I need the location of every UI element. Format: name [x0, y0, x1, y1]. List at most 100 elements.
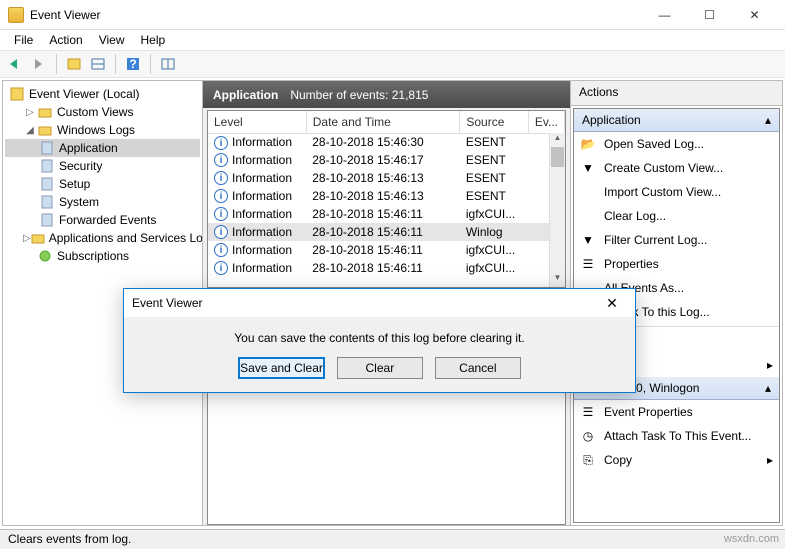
event-count: Number of events: 21,815 [290, 88, 428, 102]
clear-button[interactable]: Clear [337, 357, 423, 379]
tree-root[interactable]: Event Viewer (Local) [5, 85, 200, 103]
tree-application[interactable]: Application [5, 139, 200, 157]
action-clear-log[interactable]: Clear Log... [574, 204, 779, 228]
action-group-label: Application [582, 113, 641, 127]
maximize-button[interactable]: ☐ [687, 1, 732, 29]
tree-label: Custom Views [57, 105, 133, 119]
folder-open-icon: 📂 [580, 136, 596, 152]
tree-root-label: Event Viewer (Local) [29, 87, 140, 101]
action-properties[interactable]: ☰ Properties [574, 252, 779, 276]
table-row[interactable]: iInformation28-10-2018 15:46:30ESENT [208, 133, 565, 151]
table-row[interactable]: iInformation28-10-2018 15:46:17ESENT [208, 151, 565, 169]
properties-icon: ☰ [580, 256, 596, 272]
confirm-dialog: Event Viewer ✕ You can save the contents… [123, 288, 636, 393]
save-and-clear-button[interactable]: Save and Clear [238, 357, 325, 379]
table-row[interactable]: iInformation28-10-2018 15:46:11igfxCUI..… [208, 241, 565, 259]
menu-view[interactable]: View [91, 31, 133, 49]
center-header: Application Number of events: 21,815 [203, 81, 570, 108]
action-copy[interactable]: ⎘Copy▸ [574, 448, 779, 472]
back-button[interactable] [4, 53, 26, 75]
table-row[interactable]: iInformation28-10-2018 15:46:11Winlog [208, 223, 565, 241]
log-icon [39, 177, 55, 191]
preview-pane-button[interactable] [87, 53, 109, 75]
forward-button[interactable] [28, 53, 50, 75]
action-label: Event Properties [604, 405, 693, 419]
scroll-down-icon[interactable]: ▼ [550, 273, 565, 287]
minimize-button[interactable]: — [642, 1, 687, 29]
action-filter-current-log[interactable]: ▼Filter Current Log... [574, 228, 779, 252]
log-icon [39, 159, 55, 173]
col-event[interactable]: Ev... [528, 111, 564, 133]
collapse-icon[interactable]: ◢ [23, 125, 37, 136]
tree-apps-services[interactable]: ▷ Applications and Services Lo [5, 229, 200, 247]
close-button[interactable]: ✕ [732, 1, 777, 29]
dialog-message: You can save the contents of this log be… [124, 317, 635, 357]
action-create-custom-view[interactable]: ▼Create Custom View... [574, 156, 779, 180]
log-icon [39, 213, 55, 227]
status-text: Clears events from log. [8, 532, 131, 546]
folder-icon [37, 105, 53, 119]
event-table: Level Date and Time Source Ev... iInform… [207, 110, 566, 288]
toolbar: ? [0, 50, 785, 78]
dialog-titlebar: Event Viewer ✕ [124, 289, 635, 317]
col-level[interactable]: Level [208, 111, 306, 133]
status-bar: Clears events from log. [0, 529, 785, 549]
info-icon: i [214, 171, 228, 185]
layout-button[interactable] [157, 53, 179, 75]
tree-security[interactable]: Security [5, 157, 200, 175]
action-open-saved-log[interactable]: 📂Open Saved Log... [574, 132, 779, 156]
task-icon: ◷ [580, 428, 596, 444]
tree-label: Windows Logs [57, 123, 135, 137]
dialog-close-button[interactable]: ✕ [597, 293, 627, 313]
expand-icon[interactable]: ▷ [23, 107, 37, 118]
menu-bar: File Action View Help [0, 30, 785, 50]
action-import-custom-view[interactable]: Import Custom View... [574, 180, 779, 204]
show-tree-button[interactable] [63, 53, 85, 75]
vertical-scrollbar[interactable]: ▲ ▼ [549, 133, 565, 287]
table-row[interactable]: iInformation28-10-2018 15:46:11igfxCUI..… [208, 205, 565, 223]
action-attach-task-event[interactable]: ◷Attach Task To This Event... [574, 424, 779, 448]
tree-system[interactable]: System [5, 193, 200, 211]
info-icon: i [214, 136, 228, 150]
help-button[interactable]: ? [122, 53, 144, 75]
tree-subscriptions[interactable]: Subscriptions [5, 247, 200, 265]
collapse-icon[interactable]: ▴ [765, 113, 771, 127]
scroll-up-icon[interactable]: ▲ [550, 133, 565, 147]
table-row[interactable]: iInformation28-10-2018 15:46:13ESENT [208, 169, 565, 187]
cancel-button[interactable]: Cancel [435, 357, 521, 379]
expand-icon[interactable]: ▷ [23, 233, 31, 244]
subscription-icon [37, 249, 53, 263]
tree-label: Setup [59, 177, 90, 191]
blank-icon [580, 184, 596, 200]
properties-icon: ☰ [580, 404, 596, 420]
menu-action[interactable]: Action [41, 31, 90, 49]
collapse-icon[interactable]: ▴ [765, 381, 771, 395]
menu-file[interactable]: File [6, 31, 41, 49]
log-icon [39, 195, 55, 209]
actions-title: Actions [571, 81, 782, 106]
menu-help[interactable]: Help [133, 31, 174, 49]
copy-icon: ⎘ [580, 452, 596, 468]
scroll-thumb[interactable] [551, 147, 564, 167]
column-headers[interactable]: Level Date and Time Source Ev... [208, 111, 565, 133]
folder-icon [37, 123, 53, 137]
action-label: Create Custom View... [604, 161, 723, 175]
tree-custom-views[interactable]: ▷ Custom Views [5, 103, 200, 121]
center-title: Application [213, 88, 278, 102]
info-icon: i [214, 207, 228, 221]
tree-label: Forwarded Events [59, 213, 156, 227]
table-row[interactable]: iInformation28-10-2018 15:46:11igfxCUI..… [208, 259, 565, 277]
tree-setup[interactable]: Setup [5, 175, 200, 193]
action-label: Clear Log... [604, 209, 666, 223]
action-label: Filter Current Log... [604, 233, 707, 247]
col-date[interactable]: Date and Time [306, 111, 460, 133]
action-event-properties[interactable]: ☰ Event Properties [574, 400, 779, 424]
col-source[interactable]: Source [460, 111, 529, 133]
blank-icon [580, 208, 596, 224]
table-row[interactable]: iInformation28-10-2018 15:46:13ESENT [208, 187, 565, 205]
dialog-title: Event Viewer [132, 296, 597, 310]
tree-windows-logs[interactable]: ◢ Windows Logs [5, 121, 200, 139]
action-group-application[interactable]: Application ▴ [574, 109, 779, 132]
tree-forwarded-events[interactable]: Forwarded Events [5, 211, 200, 229]
action-label: Properties [604, 257, 659, 271]
